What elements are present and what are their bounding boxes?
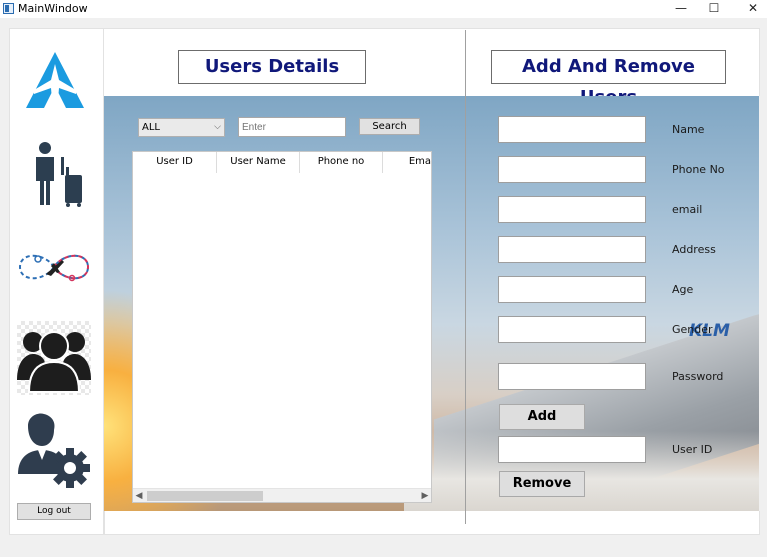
app-window-icon bbox=[3, 3, 14, 14]
user-filter-combo[interactable]: ALL ⌵ bbox=[138, 118, 225, 137]
user-id-input[interactable] bbox=[498, 436, 646, 463]
name-label: Name bbox=[672, 123, 705, 136]
email-input[interactable] bbox=[498, 196, 646, 223]
column-header-user-id[interactable]: User ID bbox=[133, 152, 217, 173]
minimize-button[interactable]: — bbox=[664, 0, 698, 18]
footer-strip bbox=[104, 511, 760, 535]
admin-settings-icon[interactable] bbox=[16, 412, 92, 490]
logout-button[interactable]: Log out bbox=[17, 503, 91, 520]
gender-label: Gender bbox=[672, 323, 713, 336]
scroll-left-icon[interactable]: ◀ bbox=[133, 489, 145, 502]
panel-divider bbox=[465, 30, 466, 524]
close-button[interactable]: ✕ bbox=[736, 0, 767, 18]
email-label: email bbox=[672, 203, 703, 216]
age-input[interactable] bbox=[498, 276, 646, 303]
password-label: Password bbox=[672, 370, 724, 383]
window-titlebar bbox=[0, 0, 767, 18]
users-group-icon[interactable] bbox=[17, 324, 91, 394]
chevron-down-icon: ⌵ bbox=[214, 122, 221, 132]
maximize-button[interactable]: ☐ bbox=[697, 0, 731, 18]
add-remove-users-heading: Add And Remove Users bbox=[491, 50, 726, 108]
search-input[interactable] bbox=[238, 117, 346, 137]
column-header-user-name[interactable]: User Name bbox=[217, 152, 300, 173]
address-label: Address bbox=[672, 243, 716, 256]
table-horizontal-scrollbar[interactable]: ◀ ▶ bbox=[133, 488, 431, 502]
column-header-phone-no[interactable]: Phone no bbox=[300, 152, 383, 173]
password-input[interactable] bbox=[498, 363, 646, 390]
search-button[interactable]: Search bbox=[359, 118, 420, 135]
phone-label: Phone No bbox=[672, 163, 725, 176]
flight-route-icon[interactable] bbox=[16, 248, 92, 286]
gender-input[interactable] bbox=[498, 316, 646, 343]
user-filter-value: ALL bbox=[142, 122, 160, 133]
traveler-luggage-icon[interactable] bbox=[30, 141, 84, 207]
add-user-button[interactable]: Add bbox=[499, 404, 585, 430]
phone-input[interactable] bbox=[498, 156, 646, 183]
scroll-right-icon[interactable]: ▶ bbox=[419, 489, 431, 502]
address-input[interactable] bbox=[498, 236, 646, 263]
window-title: MainWindow bbox=[18, 2, 88, 15]
age-label: Age bbox=[672, 283, 694, 296]
name-input[interactable] bbox=[498, 116, 646, 143]
column-header-email[interactable]: Ema bbox=[383, 152, 431, 173]
users-details-heading: Users Details bbox=[178, 50, 366, 84]
users-table[interactable]: User ID User Name Phone no Ema ◀ ▶ bbox=[132, 151, 432, 503]
scrollbar-thumb[interactable] bbox=[147, 491, 263, 501]
user-id-label: User ID bbox=[672, 443, 713, 456]
remove-user-button[interactable]: Remove bbox=[499, 471, 585, 497]
airline-logo-icon[interactable] bbox=[24, 50, 86, 112]
